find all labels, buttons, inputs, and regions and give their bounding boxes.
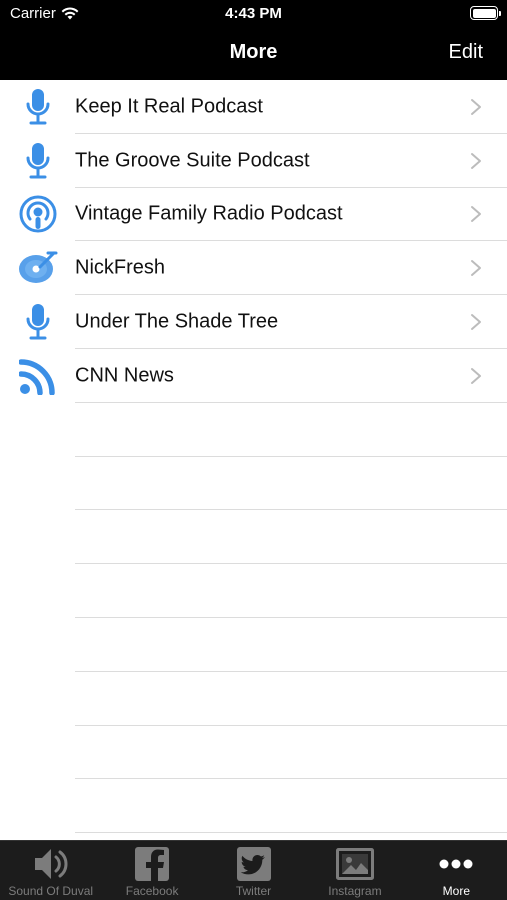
empty-row: [0, 726, 507, 780]
tab-label: Instagram: [328, 884, 382, 898]
status-bar: Carrier 4:43 PM: [0, 0, 507, 28]
tab-facebook[interactable]: Facebook: [101, 841, 202, 900]
image-icon: [335, 845, 375, 883]
facebook-icon: [132, 845, 172, 883]
list-item-label: CNN News: [75, 364, 174, 387]
turntable-icon: [18, 248, 58, 288]
empty-row: [0, 510, 507, 565]
more-list: Keep It Real Podcast The Groove Suite Po…: [0, 80, 507, 840]
page-title: More: [229, 41, 278, 63]
twitter-icon: [234, 845, 274, 883]
empty-row: [0, 618, 507, 672]
chevron-right-icon: [471, 260, 481, 277]
chevron-right-icon: [471, 98, 481, 115]
tab-bar: Sound Of Duval Facebook Twitter Instagra…: [0, 840, 507, 900]
empty-row: [0, 672, 507, 726]
battery-icon: [470, 6, 501, 20]
podcast-icon: [18, 194, 58, 234]
chevron-right-icon: [471, 152, 481, 169]
navigation-bar: More Edit: [0, 28, 507, 80]
list-item[interactable]: CNN News: [0, 349, 507, 403]
tab-label: More: [442, 884, 470, 898]
rss-icon: [18, 356, 58, 396]
empty-row: [0, 403, 507, 457]
list-item-label: NickFresh: [75, 256, 166, 279]
tab-label: Sound Of Duval: [8, 884, 94, 898]
row-divider: [75, 832, 507, 834]
list-item-label: Under The Shade Tree: [75, 310, 279, 333]
empty-row: [0, 457, 507, 511]
tab-label: Facebook: [125, 884, 179, 898]
list-item[interactable]: The Groove Suite Podcast: [0, 134, 507, 188]
tab-sound-of-duval[interactable]: Sound Of Duval: [0, 841, 101, 900]
tab-more[interactable]: More: [406, 841, 507, 900]
speaker-icon: [31, 845, 71, 883]
list-item-label: Keep It Real Podcast: [75, 95, 263, 118]
chevron-right-icon: [471, 314, 481, 331]
microphone-icon: [18, 141, 58, 181]
more-icon: [436, 845, 476, 883]
edit-button[interactable]: Edit: [449, 41, 483, 64]
empty-row: [0, 779, 507, 834]
list-item-label: The Groove Suite Podcast: [75, 149, 310, 172]
list-item[interactable]: Under The Shade Tree: [0, 295, 507, 349]
list-item[interactable]: Keep It Real Podcast: [0, 80, 507, 134]
list-item[interactable]: NickFresh: [0, 241, 507, 296]
tab-twitter[interactable]: Twitter: [203, 841, 304, 900]
list-item-label: Vintage Family Radio Podcast: [75, 202, 343, 225]
microphone-icon: [18, 87, 58, 127]
status-time: 4:43 PM: [225, 5, 282, 22]
tab-instagram[interactable]: Instagram: [304, 841, 405, 900]
chevron-right-icon: [471, 367, 481, 384]
empty-row: [0, 564, 507, 618]
chevron-right-icon: [471, 206, 481, 223]
tab-label: Twitter: [235, 884, 272, 898]
list-item[interactable]: Vintage Family Radio Podcast: [0, 188, 507, 242]
microphone-icon: [18, 302, 58, 342]
